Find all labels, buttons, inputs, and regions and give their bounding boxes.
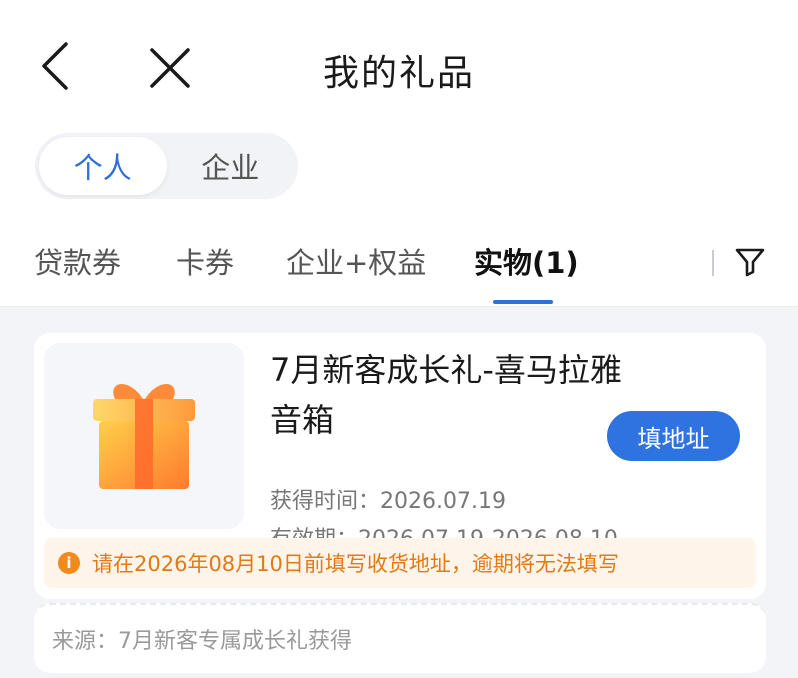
fill-address-button[interactable]: 填地址 [607,411,740,461]
page-title: 我的礼品 [322,53,475,94]
info-icon: i [58,552,80,574]
header: 我的礼品 [0,0,798,130]
filter-icon [735,248,765,277]
filter-button[interactable] [733,244,767,278]
received-time-label: 获得时间： [270,489,381,514]
segment-personal[interactable]: 个人 [39,137,167,195]
notice-text: 请在2026年08月10日前填写收货地址，逾期将无法填写 [92,552,619,576]
address-deadline-notice: i 请在2026年08月10日前填写收货地址，逾期将无法填写 [44,538,756,588]
received-time: 获得时间：2026.07.19 [270,483,506,515]
gift-source: 来源：7月新客专属成长礼获得 [34,603,766,673]
tab-card-coupon[interactable]: 卡券 [176,240,234,282]
tab-enterprise-benefits[interactable]: 企业+权益 [286,240,426,282]
received-time-value: 2026.07.19 [380,489,506,514]
tab-divider [712,250,714,276]
active-tab-indicator [493,300,553,304]
gift-card[interactable]: 7月新客成长礼-喜马拉雅音箱 获得时间：2026.07.19 有效期：2026.… [34,333,766,599]
gift-source-text: 来源：7月新客专属成长礼获得 [52,629,352,654]
gift-list: 7月新客成长礼-喜马拉雅音箱 获得时间：2026.07.19 有效期：2026.… [0,307,798,678]
gift-thumbnail [44,343,244,529]
segment-enterprise[interactable]: 企业 [167,137,295,195]
category-tabs: 贷款券 卡券 企业+权益 实物(1) [0,210,798,307]
tab-physical[interactable]: 实物(1) [474,240,579,282]
gift-name: 7月新客成长礼-喜马拉雅音箱 [270,351,622,439]
account-type-switch: 个人 企业 [35,133,298,199]
gift-box-icon [93,383,195,489]
tab-loan-coupon[interactable]: 贷款券 [34,240,121,282]
